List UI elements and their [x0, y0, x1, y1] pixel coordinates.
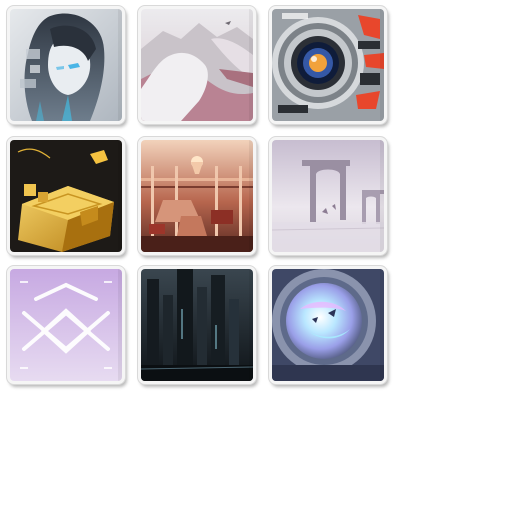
snowy-mountain-tile[interactable] [138, 6, 256, 124]
holographic-portal-tile[interactable] [269, 266, 387, 384]
anime-girl-portrait-tile[interactable] [7, 6, 125, 124]
dark-cyber-pillars-tile[interactable] [138, 266, 256, 384]
dark-cyber-pillars-image [141, 269, 253, 381]
lattice-emblem-image [10, 269, 122, 381]
icon-sheet [0, 0, 512, 512]
ruined-arches-tile[interactable] [269, 137, 387, 255]
mechanical-lens-image [272, 9, 384, 121]
snowy-mountain-image [141, 9, 253, 121]
grand-hall-tile[interactable] [138, 137, 256, 255]
holographic-portal-image [272, 269, 384, 381]
ruined-arches-image [272, 140, 384, 252]
golden-cube-tile[interactable] [7, 137, 125, 255]
grand-hall-image [141, 140, 253, 252]
golden-cube-image [10, 140, 122, 252]
lattice-emblem-tile[interactable] [7, 266, 125, 384]
anime-girl-portrait-image [10, 9, 122, 121]
mechanical-lens-tile[interactable] [269, 6, 387, 124]
